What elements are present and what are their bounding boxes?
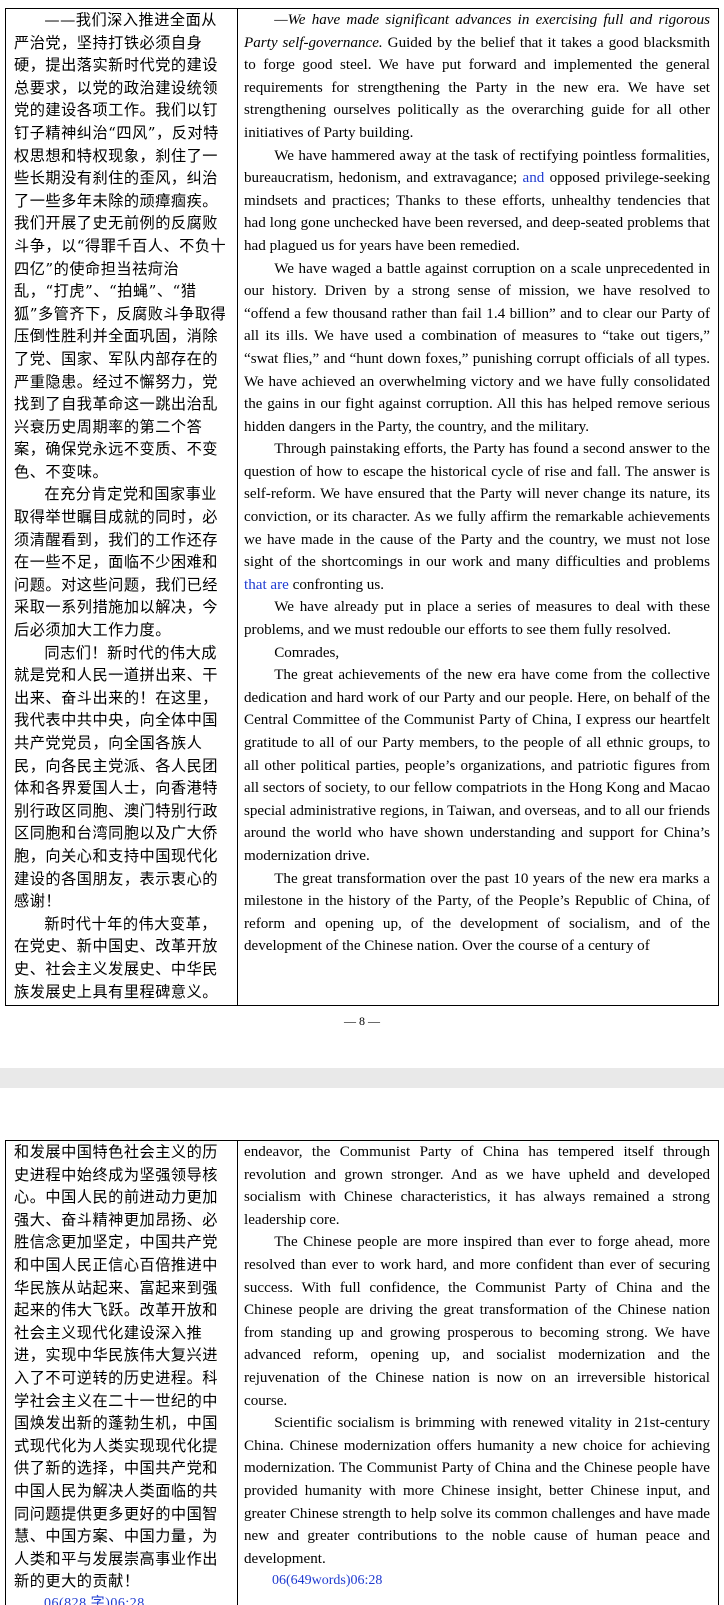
- en-paragraph: The great achievements of the new era ha…: [244, 667, 710, 864]
- document-page-2: 和发展中国特色社会主义的历史进程中始终成为坚强领导核心。中国人民的前进动力更加强…: [0, 1088, 724, 1605]
- en-highlight: and: [522, 170, 545, 187]
- en-paragraph: —We have made significant advances in ex…: [244, 9, 710, 145]
- chinese-column: 和发展中国特色社会主义的历史进程中始终成为坚强领导核心。中国人民的前进动力更加强…: [6, 1141, 238, 1605]
- zh-paragraph: 新时代十年的伟大变革，在党史、新中国史、改革开放史、社会主义发展史、中华民族发展…: [14, 914, 218, 1001]
- en-paragraph: Scientific socialism is brimming with re…: [244, 1415, 710, 1567]
- en-text: confronting us.: [288, 576, 385, 593]
- en-paragraph: We have already put in place a series of…: [244, 599, 710, 639]
- zh-paragraph: 和发展中国特色社会主义的历史进程中始终成为坚强领导核心。中国人民的前进动力更加强…: [14, 1143, 218, 1591]
- bilingual-table-page-1: ——我们深入推进全面从严治党，坚持打铁必须自身硬，提出落实新时代党的建设总要求，…: [5, 8, 719, 1006]
- page-separator: [0, 1068, 724, 1088]
- document-page-1: ——我们深入推进全面从严治党，坚持打铁必须自身硬，提出落实新时代党的建设总要求，…: [0, 0, 724, 1068]
- zh-paragraph: 同志们！新时代的伟大成就是党和人民一道拼出来、干出来、奋斗出来的！在这里，我代表…: [14, 643, 218, 911]
- zh-paragraph: 在充分肯定党和国家事业取得举世瞩目成就的同时，必须清醒看到，我们的工作还存在一些…: [14, 485, 218, 640]
- en-paragraph: endeavor, the Communist Party of China h…: [244, 1144, 710, 1228]
- english-column: —We have made significant advances in ex…: [238, 9, 718, 1005]
- en-paragraph: We have waged a battle against corruptio…: [244, 260, 710, 435]
- en-highlight: that are: [244, 576, 289, 593]
- en-paragraph: Through painstaking efforts, the Party h…: [244, 438, 710, 596]
- zh-paragraph: ——我们深入推进全面从严治党，坚持打铁必须自身硬，提出落实新时代党的建设总要求，…: [14, 11, 227, 481]
- english-column: endeavor, the Communist Party of China h…: [238, 1141, 718, 1605]
- en-word-count-footer: 06(649words)06:28: [272, 1573, 383, 1589]
- en-text: Through painstaking efforts, the Party h…: [244, 441, 710, 571]
- bilingual-table-page-2: 和发展中国特色社会主义的历史进程中始终成为坚强领导核心。中国人民的前进动力更加强…: [5, 1140, 719, 1605]
- en-paragraph: The Chinese people are more inspired tha…: [244, 1234, 710, 1409]
- page-number: — 8 —: [344, 1014, 380, 1028]
- zh-word-count-footer: 06(828 字)06:28: [44, 1595, 145, 1605]
- en-paragraph: Comrades,: [274, 644, 340, 661]
- en-paragraph: The great transformation over the past 1…: [244, 870, 710, 955]
- chinese-column: ——我们深入推进全面从严治党，坚持打铁必须自身硬，提出落实新时代党的建设总要求，…: [6, 9, 238, 1005]
- en-paragraph: We have hammered away at the task of rec…: [244, 145, 710, 258]
